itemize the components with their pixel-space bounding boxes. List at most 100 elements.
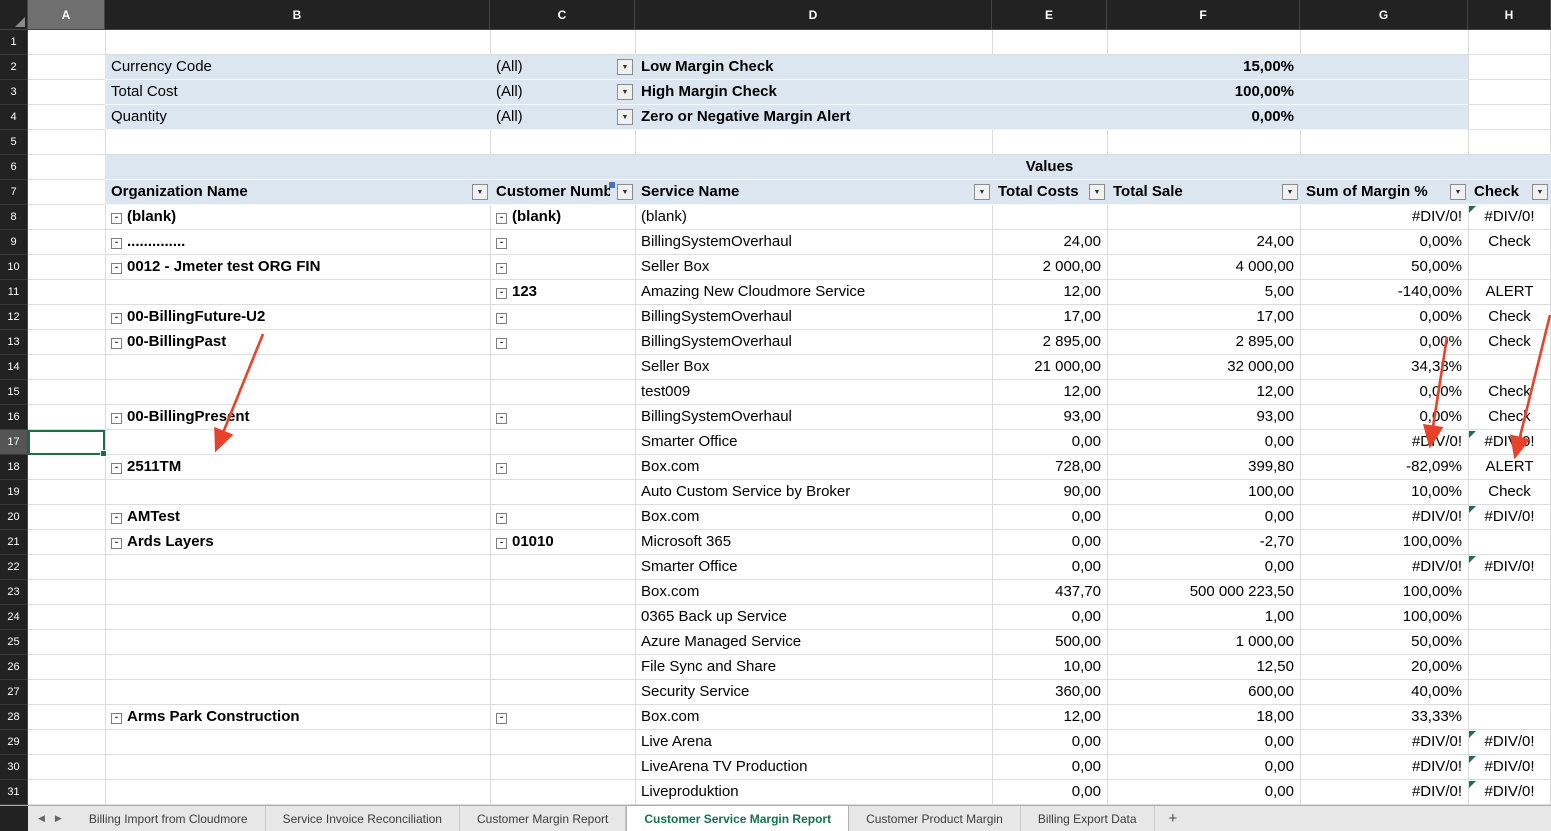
column-header-B[interactable]: B <box>105 0 490 30</box>
row-header-21[interactable]: 21 <box>0 530 28 555</box>
cell-G19[interactable]: 10,00% <box>1300 480 1468 505</box>
cell-G22[interactable]: #DIV/0! <box>1300 555 1468 580</box>
filter-value-total-cost[interactable]: (All) <box>490 80 617 105</box>
row-header-1[interactable]: 1 <box>0 30 28 55</box>
collapse-button[interactable]: - <box>496 413 507 424</box>
cell-B21[interactable]: -Ards Layers <box>105 530 490 555</box>
cell-D26[interactable]: File Sync and Share <box>635 655 992 680</box>
cell-G11[interactable]: -140,00% <box>1300 280 1468 305</box>
cell-F15[interactable]: 12,00 <box>1107 380 1300 405</box>
cell-H29[interactable]: #DIV/0! <box>1468 730 1551 755</box>
cell-F16[interactable]: 93,00 <box>1107 405 1300 430</box>
collapse-button[interactable]: - <box>111 313 122 324</box>
cell-C10[interactable]: - <box>490 255 635 280</box>
cell-D12[interactable]: BillingSystemOverhaul <box>635 305 992 330</box>
cell-C13[interactable]: - <box>490 330 635 355</box>
collapse-button[interactable]: - <box>111 413 122 424</box>
cell-G8[interactable]: #DIV/0! <box>1300 205 1468 230</box>
cell-E31[interactable]: 0,00 <box>992 780 1107 805</box>
collapse-button[interactable]: - <box>111 338 122 349</box>
collapse-button[interactable]: - <box>111 263 122 274</box>
cell-D16[interactable]: BillingSystemOverhaul <box>635 405 992 430</box>
cell-F12[interactable]: 17,00 <box>1107 305 1300 330</box>
filter-dropdown-button[interactable]: ▼ <box>617 59 633 75</box>
cell-D19[interactable]: Auto Custom Service by Broker <box>635 480 992 505</box>
cell-B8[interactable]: -(blank) <box>105 205 490 230</box>
cell-F22[interactable]: 0,00 <box>1107 555 1300 580</box>
cell-G30[interactable]: #DIV/0! <box>1300 755 1468 780</box>
cell-B28[interactable]: -Arms Park Construction <box>105 705 490 730</box>
cell-C20[interactable]: - <box>490 505 635 530</box>
sheet-nav-next-icon[interactable]: ▶ <box>55 813 62 824</box>
row-header-30[interactable]: 30 <box>0 755 28 780</box>
cell-F13[interactable]: 2 895,00 <box>1107 330 1300 355</box>
cell-G13[interactable]: 0,00% <box>1300 330 1468 355</box>
cell-H8[interactable]: #DIV/0! <box>1468 205 1551 230</box>
collapse-button[interactable]: - <box>496 288 507 299</box>
collapse-button[interactable]: - <box>496 313 507 324</box>
cell-C21[interactable]: -01010 <box>490 530 635 555</box>
filter-value-quantity[interactable]: (All) <box>490 105 617 130</box>
row-header-3[interactable]: 3 <box>0 80 28 105</box>
cell-F23[interactable]: 500 000 223,50 <box>1107 580 1300 605</box>
cell-D29[interactable]: Live Arena <box>635 730 992 755</box>
cell-H19[interactable]: Check <box>1468 480 1551 505</box>
cell-C8[interactable]: -(blank) <box>490 205 635 230</box>
pivot-header-sum-of-margin[interactable]: Sum of Margin % <box>1300 180 1450 205</box>
tab-customer-product-margin[interactable]: Customer Product Margin <box>849 806 1021 831</box>
cell-D30[interactable]: LiveArena TV Production <box>635 755 992 780</box>
pivot-header-total-sale[interactable]: Total Sale <box>1107 180 1282 205</box>
cell-G27[interactable]: 40,00% <box>1300 680 1468 705</box>
cell-E9[interactable]: 24,00 <box>992 230 1107 255</box>
cell-E12[interactable]: 17,00 <box>992 305 1107 330</box>
cell-F19[interactable]: 100,00 <box>1107 480 1300 505</box>
cell-D31[interactable]: Liveproduktion <box>635 780 992 805</box>
row-header-12[interactable]: 12 <box>0 305 28 330</box>
cell-C18[interactable]: - <box>490 455 635 480</box>
cell-D11[interactable]: Amazing New Cloudmore Service <box>635 280 992 305</box>
collapse-button[interactable]: - <box>111 713 122 724</box>
cell-D9[interactable]: BillingSystemOverhaul <box>635 230 992 255</box>
cell-D23[interactable]: Box.com <box>635 580 992 605</box>
cell-E27[interactable]: 360,00 <box>992 680 1107 705</box>
cell-G23[interactable]: 100,00% <box>1300 580 1468 605</box>
cell-G15[interactable]: 0,00% <box>1300 380 1468 405</box>
column-header-E[interactable]: E <box>992 0 1107 30</box>
row-header-5[interactable]: 5 <box>0 130 28 155</box>
cell-D13[interactable]: BillingSystemOverhaul <box>635 330 992 355</box>
cell-D25[interactable]: Azure Managed Service <box>635 630 992 655</box>
cell-F9[interactable]: 24,00 <box>1107 230 1300 255</box>
cell-G28[interactable]: 33,33% <box>1300 705 1468 730</box>
row-header-7[interactable]: 7 <box>0 180 28 205</box>
cell-H13[interactable]: Check <box>1468 330 1551 355</box>
row-header-23[interactable]: 23 <box>0 580 28 605</box>
row-header-2[interactable]: 2 <box>0 55 28 80</box>
row-header-16[interactable]: 16 <box>0 405 28 430</box>
row-header-19[interactable]: 19 <box>0 480 28 505</box>
row-header-11[interactable]: 11 <box>0 280 28 305</box>
sheet-nav-prev-icon[interactable]: ◀ <box>38 813 45 824</box>
collapse-button[interactable]: - <box>111 238 122 249</box>
cell-G29[interactable]: #DIV/0! <box>1300 730 1468 755</box>
cell-D27[interactable]: Security Service <box>635 680 992 705</box>
collapse-button[interactable]: - <box>496 713 507 724</box>
collapse-button[interactable]: - <box>496 263 507 274</box>
cell-H11[interactable]: ALERT <box>1468 280 1551 305</box>
cell-G9[interactable]: 0,00% <box>1300 230 1468 255</box>
filter-dropdown-button[interactable]: ▼ <box>1089 184 1105 200</box>
cell-F21[interactable]: -2,70 <box>1107 530 1300 555</box>
cell-F29[interactable]: 0,00 <box>1107 730 1300 755</box>
cell-D15[interactable]: test009 <box>635 380 992 405</box>
collapse-button[interactable]: - <box>496 238 507 249</box>
filter-dropdown-button[interactable]: ▼ <box>1282 184 1298 200</box>
column-header-D[interactable]: D <box>635 0 992 30</box>
cell-G12[interactable]: 0,00% <box>1300 305 1468 330</box>
cell-E15[interactable]: 12,00 <box>992 380 1107 405</box>
column-header-C[interactable]: C <box>490 0 635 30</box>
cell-F17[interactable]: 0,00 <box>1107 430 1300 455</box>
row-header-10[interactable]: 10 <box>0 255 28 280</box>
row-header-14[interactable]: 14 <box>0 355 28 380</box>
cell-B10[interactable]: -0012 - Jmeter test ORG FIN <box>105 255 490 280</box>
filter-dropdown-button[interactable]: ▼ <box>472 184 488 200</box>
cell-F27[interactable]: 600,00 <box>1107 680 1300 705</box>
